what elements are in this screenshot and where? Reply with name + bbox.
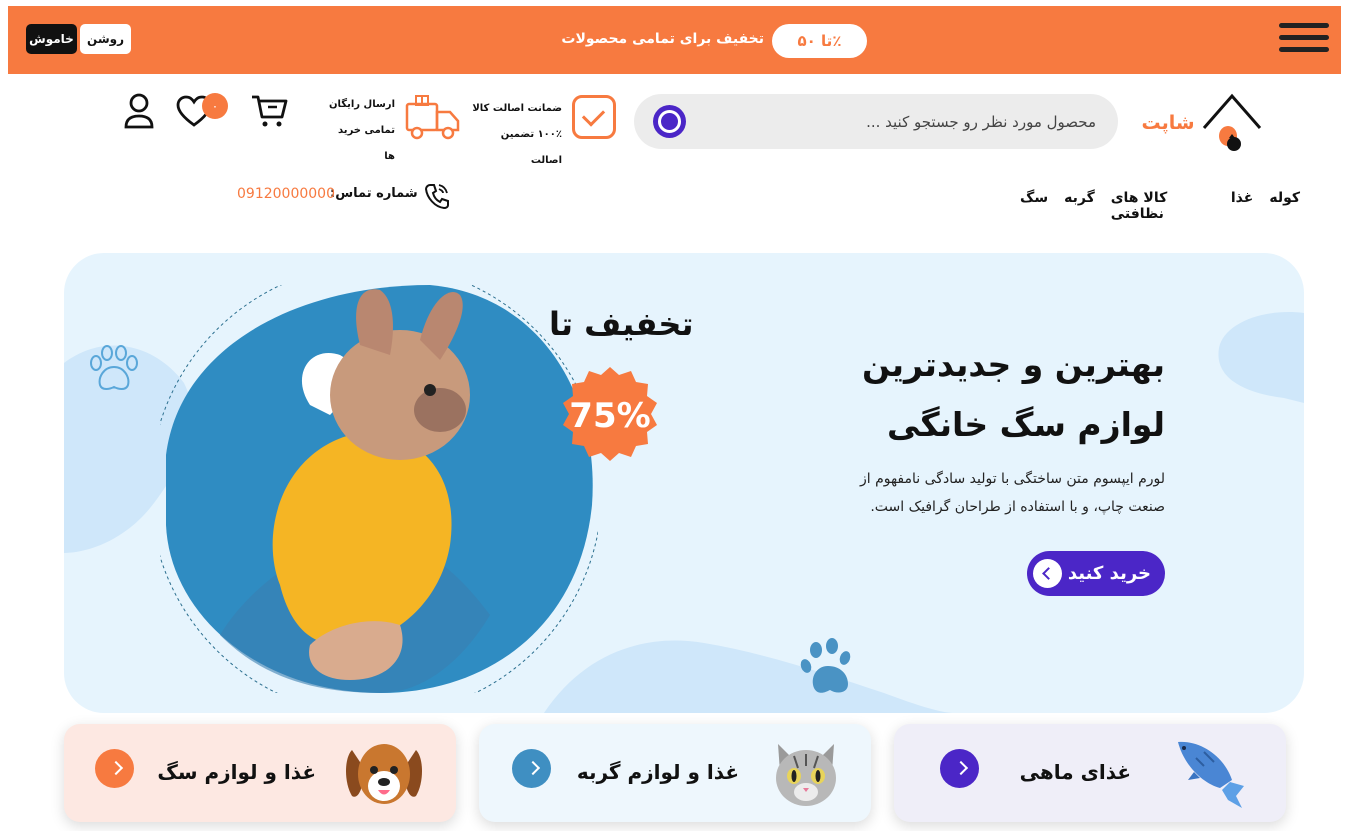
category-card-cat[interactable]: غذا و لوازم گربه	[479, 724, 871, 822]
cat-face-icon	[776, 744, 836, 806]
main-nav: کوله غذا کالا های نظافتی گربه سگ	[1020, 190, 1300, 222]
fish-icon	[1178, 741, 1244, 808]
search-bar	[634, 94, 1118, 149]
theme-dark-button[interactable]: خاموش	[26, 24, 77, 54]
hamburger-menu-icon[interactable]	[1279, 23, 1329, 57]
chevron-left-icon	[1033, 559, 1062, 588]
logo-icon[interactable]	[1200, 92, 1264, 154]
chevron-right-icon[interactable]	[95, 749, 134, 788]
discount-title: تخفیف تا	[549, 305, 694, 343]
nav-item-food[interactable]: غذا	[1231, 190, 1253, 222]
chevron-right-icon[interactable]	[940, 749, 979, 788]
cart-icon[interactable]	[250, 93, 288, 129]
phone-number[interactable]: 09120000000	[237, 186, 335, 202]
discount-value: 75%	[569, 396, 651, 436]
free-shipping-subtitle: تمامی خرید ها	[338, 125, 395, 162]
dog-photo	[160, 285, 598, 693]
search-icon[interactable]	[653, 105, 686, 138]
search-input[interactable]	[696, 94, 1106, 149]
check-badge-icon	[572, 95, 616, 139]
category-card-dog[interactable]: غذا و لوازم سگ	[64, 724, 456, 822]
nav-item-cat[interactable]: گربه	[1064, 190, 1095, 222]
user-icon[interactable]	[123, 93, 155, 129]
wishlist-count-badge: ۰	[202, 93, 228, 119]
chevron-right-icon[interactable]	[512, 749, 551, 788]
dog-face-icon	[346, 744, 422, 804]
category-title-fish: غذای ماهی	[1019, 760, 1131, 784]
nav-item-cleaning[interactable]: کالا های نظافتی	[1111, 190, 1215, 222]
nav-item-backpack[interactable]: کوله	[1269, 190, 1300, 222]
hero-banner: تخفیف تا 75% بهترین و جدیدترین لوازم سگ …	[64, 253, 1304, 713]
phone-label: شماره تماس:	[330, 186, 418, 201]
category-card-fish[interactable]: غذای ماهی	[894, 724, 1286, 822]
promo-pill[interactable]: تا ۵۰٪	[772, 24, 867, 58]
discount-badge: 75%	[559, 365, 661, 467]
phone-icon	[424, 184, 449, 210]
hero-description: لورم ایپسوم متن ساختگی با تولید سادگی نا…	[859, 471, 1165, 515]
delivery-truck-icon	[405, 95, 460, 140]
logo-text[interactable]: شاپت	[1140, 112, 1196, 134]
paw-icon	[90, 345, 138, 390]
promo-text: تخفیف برای تمامی محصولات	[561, 31, 764, 47]
category-title-cat: غذا و لوازم گربه	[576, 760, 739, 784]
theme-light-button[interactable]: روشن	[80, 24, 131, 54]
paw-icon-filled	[800, 638, 851, 693]
authenticity-subtitle: ۱۰۰٪ تضمین اصالت	[500, 129, 562, 166]
hero-title-line1: بهترین و جدیدترین	[861, 345, 1165, 384]
promo-bar: خاموش روشن تخفیف برای تمامی محصولات تا ۵…	[8, 6, 1341, 74]
free-shipping-feature: ارسال رایگان تمامی خرید ها	[325, 92, 395, 170]
hero-title-line2: لوازم سگ خانگی	[887, 405, 1165, 444]
category-title-dog: غذا و لوازم سگ	[157, 760, 316, 784]
buy-now-button[interactable]: خرید کنید	[1027, 551, 1165, 596]
buy-now-label: خرید کنید	[1067, 563, 1151, 584]
nav-item-dog[interactable]: سگ	[1020, 190, 1048, 222]
authenticity-title: ضمانت اصالت کالا	[472, 103, 562, 114]
authenticity-feature: ضمانت اصالت کالا ۱۰۰٪ تضمین اصالت	[470, 96, 562, 174]
free-shipping-title: ارسال رایگان	[329, 99, 395, 110]
